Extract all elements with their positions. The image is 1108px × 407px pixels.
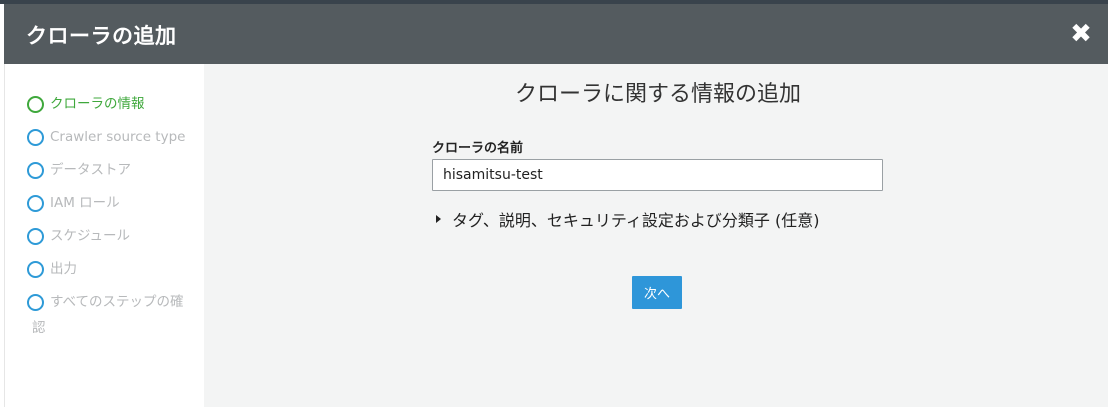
crawler-name-label: クローラの名前	[432, 141, 524, 156]
step-status-circle-icon	[27, 162, 44, 179]
optional-settings-expander[interactable]: タグ、説明、セキュリティ設定および分類子 (任意)	[436, 207, 820, 231]
step-label: 出力	[50, 261, 77, 277]
step-status-circle-icon	[27, 228, 44, 245]
dialog-title: クローラの追加	[26, 24, 177, 48]
expander-label: タグ、説明、セキュリティ設定および分類子 (任意)	[452, 211, 820, 230]
crawler-name-input[interactable]: hisamitsu-test	[432, 159, 883, 191]
step-status-circle-icon	[27, 294, 44, 311]
step-label-continuation: 認	[32, 320, 46, 336]
page-title: クローラに関する情報の追加	[514, 82, 801, 107]
step-status-circle-icon	[27, 129, 44, 146]
add-crawler-dialog: クローラの追加 ✖ クローラの情報 Crawler source type デー…	[4, 4, 1108, 407]
close-icon: ✖	[1070, 19, 1092, 49]
step-label: すべてのステップの確	[50, 294, 184, 310]
caret-right-icon	[436, 215, 441, 223]
wizard-steps-sidebar: クローラの情報 Crawler source type データストア IAM ロ…	[4, 64, 204, 407]
next-button[interactable]: 次へ	[632, 276, 682, 309]
step-output[interactable]: 出力	[27, 261, 197, 280]
step-review-all[interactable]: すべてのステップの確 認	[27, 294, 197, 336]
main-content: クローラに関する情報の追加 クローラの名前 hisamitsu-test タグ、…	[204, 64, 1108, 407]
step-crawler-source-type[interactable]: Crawler source type	[27, 129, 197, 148]
step-iam-role[interactable]: IAM ロール	[27, 195, 197, 214]
step-status-circle-icon	[27, 96, 44, 113]
close-button[interactable]: ✖	[1068, 19, 1094, 49]
step-label: クローラの情報	[50, 96, 145, 112]
step-crawler-info[interactable]: クローラの情報	[27, 96, 197, 115]
step-label: スケジュール	[50, 228, 131, 244]
dialog-header: クローラの追加 ✖	[4, 4, 1108, 64]
step-label: データストア	[50, 162, 131, 178]
step-status-circle-icon	[27, 195, 44, 212]
step-schedule[interactable]: スケジュール	[27, 228, 197, 247]
step-label: Crawler source type	[50, 129, 186, 145]
step-label: IAM ロール	[50, 195, 120, 211]
step-status-circle-icon	[27, 261, 44, 278]
step-data-store[interactable]: データストア	[27, 162, 197, 181]
